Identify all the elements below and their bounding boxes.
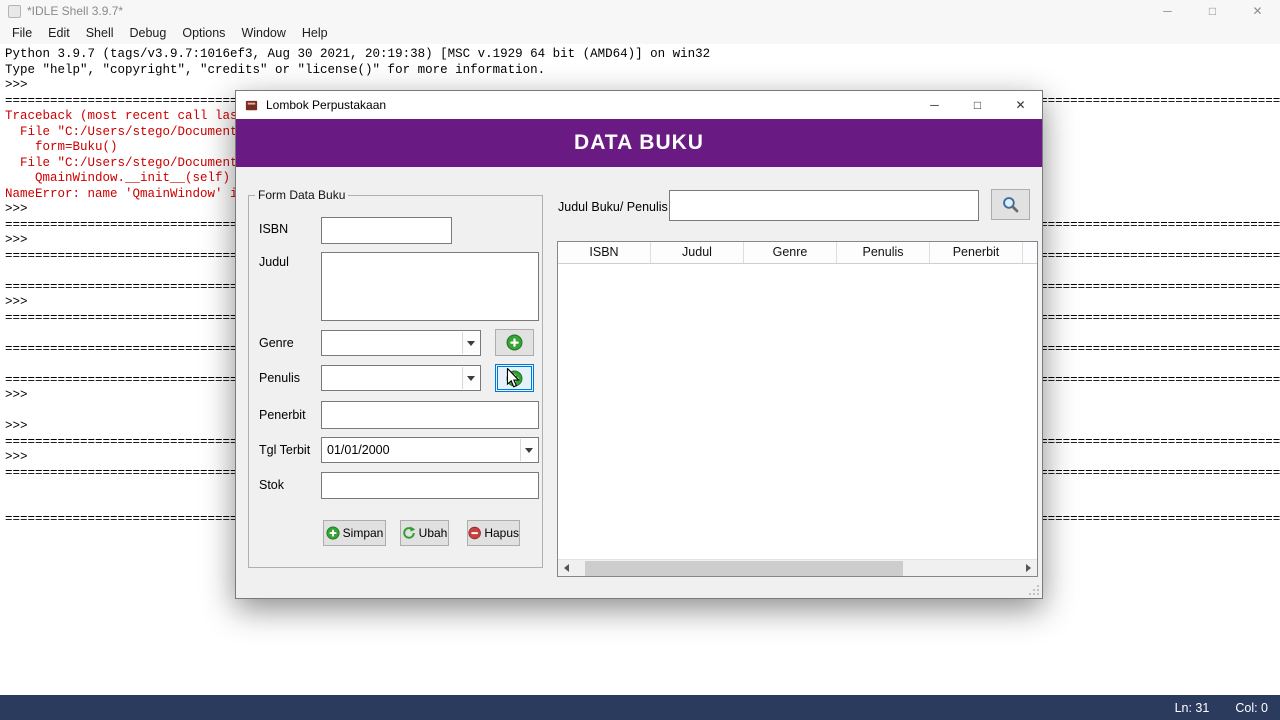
menu-help[interactable]: Help	[294, 23, 336, 43]
status-col-indicator: Col: 0	[1235, 700, 1268, 715]
dialog-maximize-button[interactable]: □	[956, 91, 999, 119]
penulis-label: Penulis	[259, 371, 300, 385]
dialog-header-title: DATA BUKU	[574, 131, 704, 154]
books-table-body[interactable]	[558, 264, 1037, 544]
dialog-minimize-button[interactable]: ─	[913, 91, 956, 119]
maximize-button[interactable]: □	[1190, 0, 1235, 22]
tgl-terbit-datepicker[interactable]: 01/01/2000	[321, 437, 539, 463]
chevron-down-icon[interactable]	[462, 367, 479, 389]
dialog-app-icon	[245, 100, 258, 110]
resize-grip[interactable]	[1028, 584, 1040, 596]
plus-circle-icon	[326, 526, 340, 540]
dialog-title: Lombok Perpustakaan	[266, 98, 387, 112]
hscrollbar-track[interactable]	[575, 560, 1020, 577]
column-header-penulis[interactable]: Penulis	[837, 242, 930, 263]
search-input[interactable]	[669, 190, 979, 221]
search-label: Judul Buku/ Penulis	[558, 200, 668, 214]
genre-label: Genre	[259, 336, 294, 350]
menu-options[interactable]: Options	[174, 23, 233, 43]
status-line-indicator: Ln: 31	[1174, 700, 1210, 715]
dialog-window-controls: ─ □ ✕	[913, 91, 1042, 119]
idle-app-icon	[8, 4, 21, 18]
add-genre-button[interactable]	[495, 329, 534, 356]
column-header-isbn[interactable]: ISBN	[558, 242, 651, 263]
refresh-icon	[402, 526, 415, 539]
column-header-penerbit[interactable]: Penerbit	[930, 242, 1023, 263]
close-button[interactable]: ✕	[1235, 0, 1280, 22]
judul-label: Judul	[259, 255, 289, 269]
search-icon	[1003, 197, 1019, 213]
hapus-button[interactable]: Hapus	[467, 520, 520, 546]
stok-label: Stok	[259, 478, 285, 492]
penulis-combobox[interactable]	[321, 365, 481, 391]
shell-line: Python 3.9.7 (tags/v3.9.7:1016ef3, Aug 3…	[5, 47, 711, 61]
penerbit-input[interactable]	[321, 401, 539, 429]
chevron-down-icon[interactable]	[520, 439, 537, 461]
column-header-genre[interactable]: Genre	[744, 242, 837, 263]
simpan-button-label: Simpan	[342, 526, 384, 540]
scroll-left-icon[interactable]	[558, 560, 575, 577]
isbn-input[interactable]	[321, 217, 452, 244]
hscrollbar-thumb[interactable]	[585, 560, 903, 576]
penerbit-label: Penerbit	[259, 408, 306, 422]
scroll-right-icon[interactable]	[1020, 560, 1037, 577]
column-header-judul[interactable]: Judul	[651, 242, 744, 263]
screen: *IDLE Shell 3.9.7* ─ □ ✕ File Edit Shell…	[0, 0, 1280, 720]
judul-textarea[interactable]	[321, 252, 539, 321]
data-buku-dialog: Lombok Perpustakaan ─ □ ✕ DATA BUKU Form…	[235, 90, 1043, 599]
idle-statusbar: Ln: 31 Col: 0	[0, 695, 1280, 720]
stok-input[interactable]	[321, 472, 539, 499]
tgl-terbit-label: Tgl Terbit	[259, 443, 311, 457]
column-header-filler	[1023, 242, 1037, 263]
books-table: ISBN Judul Genre Penulis Penerbit	[557, 241, 1038, 577]
ubah-button[interactable]: Ubah	[400, 520, 449, 546]
chevron-down-icon[interactable]	[462, 332, 479, 354]
minimize-button[interactable]: ─	[1145, 0, 1190, 22]
simpan-button[interactable]: Simpan	[323, 520, 386, 546]
idle-window-title: *IDLE Shell 3.9.7*	[27, 4, 124, 18]
idle-menubar: File Edit Shell Debug Options Window Hel…	[0, 22, 1280, 44]
plus-circle-icon	[506, 334, 523, 351]
idle-titlebar[interactable]: *IDLE Shell 3.9.7* ─ □ ✕	[0, 0, 1280, 22]
ubah-button-label: Ubah	[418, 526, 448, 540]
mouse-cursor-icon	[506, 368, 520, 388]
dialog-titlebar[interactable]: Lombok Perpustakaan ─ □ ✕	[236, 91, 1042, 119]
dialog-close-button[interactable]: ✕	[999, 91, 1042, 119]
form-group-title: Form Data Buku	[258, 188, 346, 202]
menu-shell[interactable]: Shell	[78, 23, 122, 43]
dialog-header-banner: DATA BUKU	[236, 119, 1042, 167]
genre-combobox[interactable]	[321, 330, 481, 356]
menu-debug[interactable]: Debug	[122, 23, 175, 43]
horizontal-scrollbar[interactable]	[558, 559, 1037, 576]
shell-line: Type "help", "copyright", "credits" or "…	[5, 62, 546, 77]
menu-file[interactable]: File	[4, 23, 40, 43]
hapus-button-label: Hapus	[484, 526, 519, 540]
menu-edit[interactable]: Edit	[40, 23, 78, 43]
menu-window[interactable]: Window	[233, 23, 293, 43]
search-button[interactable]	[991, 189, 1030, 220]
books-table-header: ISBN Judul Genre Penulis Penerbit	[558, 242, 1037, 264]
tgl-terbit-value: 01/01/2000	[327, 443, 390, 457]
minus-circle-icon	[468, 526, 481, 540]
idle-window-controls: ─ □ ✕	[1145, 0, 1280, 22]
isbn-label: ISBN	[259, 222, 289, 236]
